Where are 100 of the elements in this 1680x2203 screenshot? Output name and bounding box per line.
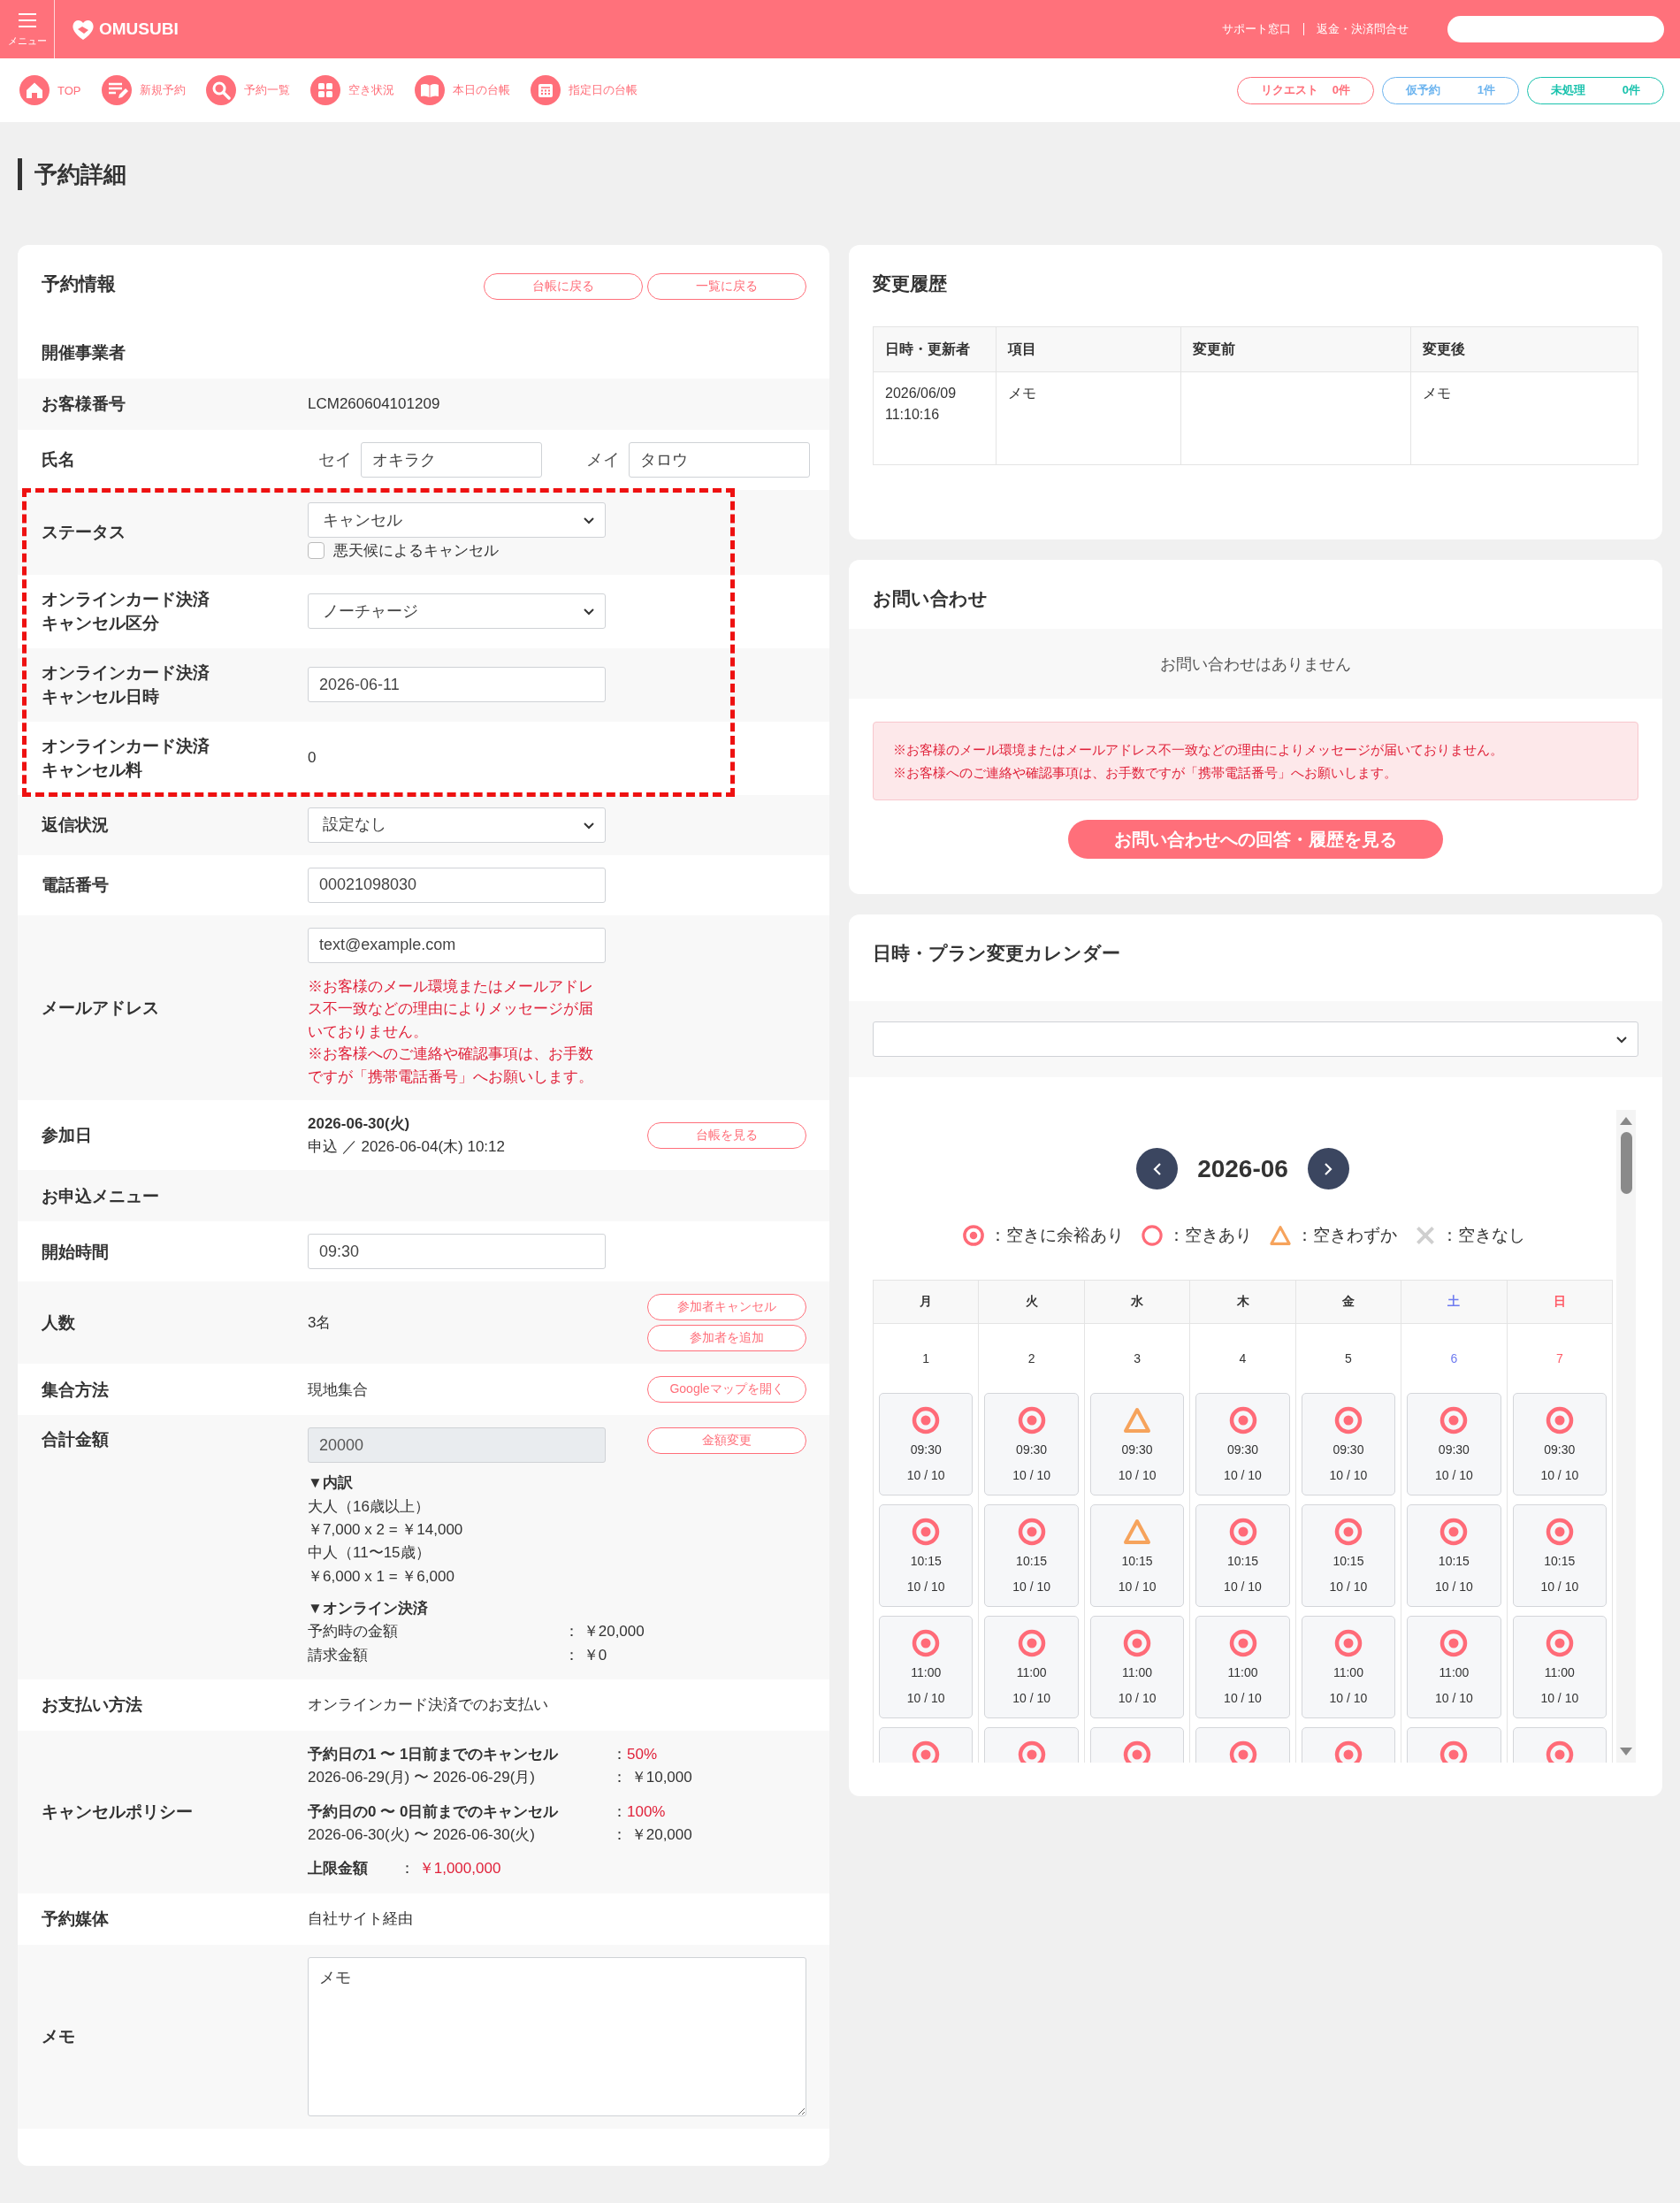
field-label: キャンセルポリシー — [42, 1801, 194, 1824]
breakdown-line: 大人（16歳以上） — [308, 1496, 431, 1517]
text-field[interactable]: オキラク — [361, 442, 542, 478]
cap-label: 上限金額 — [308, 1859, 369, 1879]
section-title: 予約情報 — [42, 272, 116, 295]
weekday-header: 土 — [1401, 1281, 1508, 1324]
time-slot[interactable]: 09:30 10 / 10 — [1512, 1393, 1607, 1495]
next-button[interactable] — [1307, 1148, 1349, 1189]
home-icon — [19, 74, 50, 106]
policy-title: 予約日の1 〜 1日前までのキャンセル — [308, 1745, 560, 1765]
date-text: 申込 ／ 2026-06-04(木) 10:12 — [308, 1136, 506, 1157]
weekday-header: 木 — [1190, 1281, 1296, 1324]
field-value: 現地集合 — [308, 1381, 368, 1398]
legend-label: ：空きに余裕あり — [989, 1225, 1124, 1246]
policy-fee: ： ￥10,000 — [612, 1768, 693, 1788]
day-number: 5 — [1344, 1350, 1353, 1367]
field-label: メモ — [42, 2025, 76, 2047]
time-slot[interactable]: 11:00 10 / 10 — [1512, 1616, 1607, 1718]
day-number: 1 — [921, 1350, 931, 1367]
time-slot[interactable]: 11:00 10 / 10 — [1089, 1616, 1185, 1718]
column-header: 日時・更新者 — [873, 326, 997, 372]
list-pen-icon — [100, 74, 133, 106]
field-label: オンラインカード決済キャンセル料 — [42, 735, 210, 782]
text-field[interactable]: タロウ — [629, 442, 810, 478]
time-slot[interactable]: 09:30 10 / 10 — [879, 1393, 974, 1495]
scrollbar[interactable] — [1616, 1110, 1636, 1763]
time-slot[interactable]: 09:30 10 / 10 — [984, 1393, 1079, 1495]
field-label: メイ — [586, 448, 620, 470]
time-slot[interactable]: 11:00 10 / 10 — [1301, 1616, 1396, 1718]
search-field[interactable] — [1447, 16, 1664, 42]
time-slot[interactable]: 09:30 10 / 10 — [1089, 1393, 1185, 1495]
field-label: セイ — [318, 448, 352, 470]
time-slot[interactable]: 11:00 10 / 10 — [1195, 1616, 1290, 1718]
warning-text: ※お客様へのご連絡や確認事項は、お手数ですが「携帯電話番号」へお願いします。 — [893, 763, 1398, 782]
breakdown-line: 中人（11〜15歳） — [308, 1543, 431, 1564]
time-slot[interactable]: 11:00 10 / 10 — [984, 1616, 1079, 1718]
text-field[interactable]: 00021098030 — [308, 867, 606, 903]
field-label: お支払い方法 — [42, 1694, 143, 1717]
weekday-header: 水 — [1084, 1281, 1191, 1324]
text-field[interactable]: 09:30 — [308, 1234, 606, 1270]
memo-field[interactable]: メモ — [308, 1956, 806, 2116]
field-value: LCM260604101209 — [308, 395, 440, 413]
table-cell: メモ — [996, 371, 1181, 465]
time-slot[interactable]: 10:15 10 / 10 — [1407, 1504, 1501, 1607]
time-slot[interactable]: 10:15 10 / 10 — [1512, 1504, 1607, 1607]
field-value: 3名 — [308, 1314, 332, 1332]
empty-message: お問い合わせはありません — [849, 629, 1662, 699]
date-text: 2026-06-30(火) — [308, 1114, 411, 1135]
time-slot[interactable]: 10:15 10 / 10 — [879, 1504, 974, 1607]
column-header: 変更後 — [1410, 326, 1638, 372]
day-number: 4 — [1238, 1350, 1248, 1367]
breakdown-title: ▼オンライン決済 — [308, 1599, 429, 1618]
text-field[interactable]: 2026-06-11 — [308, 667, 606, 703]
breakdown-line: ￥6,000 x 1 = ￥6,000 — [308, 1566, 455, 1587]
policy-title: 予約日の0 〜 0日前までのキャンセル — [308, 1801, 560, 1822]
triangle-icon — [1267, 1223, 1293, 1248]
previous-button[interactable] — [1136, 1148, 1179, 1189]
weekday-header: 日 — [1507, 1281, 1614, 1324]
time-slot[interactable]: 11:00 10 / 10 — [1407, 1616, 1501, 1718]
policy-fee: ： ￥20,000 — [612, 1825, 693, 1846]
checkbox-label: 悪天候によるキャンセル — [333, 541, 499, 561]
field-label: 開始時間 — [42, 1241, 110, 1263]
time-slot[interactable]: 11:00 10 / 10 — [879, 1616, 974, 1718]
menu-icon — [16, 11, 38, 29]
day-number: 6 — [1449, 1350, 1459, 1367]
table-cell: 2026/06/09 11:10:16 — [873, 371, 997, 465]
warning-text: ※お客様のメール環境またはメールアドレス不一致などの理由によりメッセージが届いておりません。 — [893, 741, 1504, 759]
time-slot[interactable]: 09:30 10 / 10 — [1195, 1393, 1290, 1495]
grid-icon — [309, 74, 341, 106]
text-field[interactable]: text@example.com — [308, 927, 606, 963]
field-label: 返信状況 — [42, 815, 110, 836]
field-value: オンラインカード決済でのお支払い — [308, 1696, 548, 1714]
time-slot[interactable]: 10:15 10 / 10 — [1301, 1504, 1396, 1607]
time-slot[interactable]: 10:15 10 / 10 — [1089, 1504, 1185, 1607]
legend-label: ：空きあり — [1167, 1225, 1252, 1246]
select-field[interactable]: 設定なし — [308, 807, 606, 843]
table-cell: メモ — [1410, 371, 1638, 465]
policy-period: 2026-06-29(月) 〜 2026-06-29(月) — [308, 1768, 536, 1788]
select-field[interactable]: キャンセル — [308, 502, 606, 538]
time-slot[interactable]: 09:30 10 / 10 — [1407, 1393, 1501, 1495]
amount-label: 請求金額 — [308, 1645, 369, 1665]
select-field[interactable] — [873, 1021, 1638, 1057]
field-value: 自社サイト経由 — [308, 1910, 413, 1927]
section-title: 日時・プラン変更カレンダー — [872, 942, 1121, 965]
checkbox[interactable] — [308, 542, 325, 560]
policy-period: 2026-06-30(火) 〜 2026-06-30(火) — [308, 1825, 536, 1846]
time-slot[interactable]: 09:30 10 / 10 — [1301, 1393, 1396, 1495]
logo-text: OMUSUBI — [99, 19, 179, 39]
amount-value: ： ￥0 — [564, 1645, 608, 1665]
field-label: 開催事業者 — [42, 342, 126, 364]
breakdown-title: ▼内訳 — [308, 1473, 354, 1494]
field-label: ステータス — [42, 521, 126, 543]
weekday-header: 金 — [1295, 1281, 1402, 1324]
select-field[interactable]: ノーチャージ — [308, 593, 606, 630]
legend-label: ：空きわずか — [1295, 1225, 1397, 1246]
time-slot[interactable]: 10:15 10 / 10 — [984, 1504, 1079, 1607]
field-label: メールアドレス — [42, 997, 160, 1019]
time-slot[interactable]: 10:15 10 / 10 — [1195, 1504, 1290, 1607]
day-number: 3 — [1133, 1350, 1142, 1367]
book-icon — [413, 74, 446, 106]
